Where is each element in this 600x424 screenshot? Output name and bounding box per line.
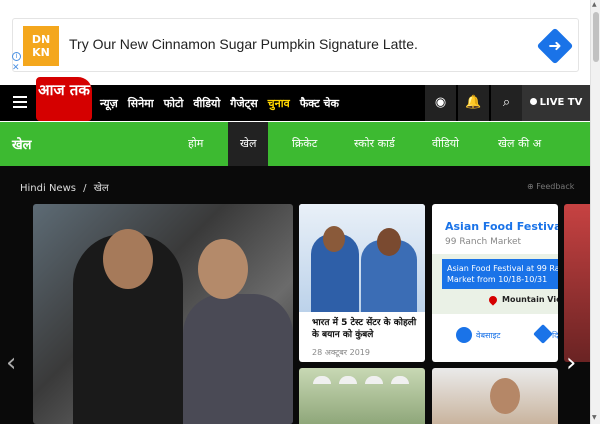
feedback-icon: ⊕ [527, 182, 537, 191]
website-button[interactable]: वेबसाइट [476, 330, 500, 341]
feedback-link[interactable]: ⊕ Feedback [527, 182, 574, 191]
sponsored-card[interactable]: Asian Food Festival 99 Ranch Market Asia… [432, 204, 558, 362]
featured-story-card[interactable] [33, 204, 293, 424]
scroll-down-icon[interactable]: ▼ [592, 414, 597, 421]
tab-more[interactable]: खेल की अ [498, 122, 541, 166]
notification-bell-icon[interactable]: 🔔 [457, 85, 489, 121]
globe-icon[interactable] [456, 327, 472, 343]
directions-icon[interactable] [533, 324, 553, 344]
news-image-face [323, 226, 345, 252]
story-image-cap [391, 376, 409, 384]
sponsored-map-caption: Asian Food Festival at 99 Ranch Market f… [442, 259, 558, 289]
featured-image-person [183, 294, 293, 424]
map-pin-icon [487, 294, 499, 306]
ad-logo: DN KN [23, 26, 59, 66]
ad-close-icon[interactable]: ✕ [12, 63, 20, 73]
ad-logo-line-2: KN [32, 46, 50, 59]
tab-sports[interactable]: खेल [228, 122, 269, 166]
ad-logo-line-1: DN [31, 33, 51, 46]
content-area: Hindi News / खेल ⊕ Feedback भारत में 5 ट… [0, 166, 590, 424]
news-image-face [377, 228, 401, 256]
live-dot-icon [529, 98, 537, 105]
carousel-next-icon[interactable]: › [566, 350, 576, 376]
map-location-label: Mountain View [502, 295, 558, 304]
story-image-cap [365, 376, 383, 384]
next-card-preview[interactable] [564, 204, 590, 362]
news-card-title[interactable]: भारत में 5 टेस्ट सेंटर के कोहली के बयान … [312, 317, 417, 341]
breadcrumb-separator: / [83, 183, 87, 194]
carousel-prev-icon[interactable]: ‹ [6, 350, 16, 376]
story-image-face [490, 378, 520, 414]
nav-item-news[interactable]: न्यूज़ [100, 96, 118, 111]
map-caption-line-2: Market from 10/18-10/31 [447, 275, 548, 284]
sponsored-map[interactable]: Asian Food Festival at 99 Ranch Market f… [432, 254, 558, 314]
nav-item-photo[interactable]: फोटो [164, 96, 184, 111]
nav-item-gadgets[interactable]: गैजेट्स [230, 96, 257, 111]
story-image-cap [313, 376, 331, 384]
live-tv-label: LIVE TV [539, 97, 583, 108]
story-image-cap [339, 376, 357, 384]
breadcrumb: Hindi News / खेल [20, 180, 109, 194]
scrollbar-thumb[interactable] [593, 12, 599, 62]
page: DN KN Try Our New Cinnamon Sugar Pumpkin… [0, 0, 600, 424]
sponsored-card-title[interactable]: Asian Food Festival [445, 220, 558, 233]
live-tv-button[interactable]: LIVE TV [522, 85, 590, 121]
sponsored-card-subtitle: 99 Ranch Market [445, 237, 522, 247]
ad-headline[interactable]: Try Our New Cinnamon Sugar Pumpkin Signa… [69, 36, 418, 52]
story-card[interactable] [432, 368, 558, 424]
top-navigation: आज तक न्यूज़ सिनेमा फोटो वीडियो गैजेट्स … [0, 77, 590, 121]
directions-button[interactable]: दि [552, 330, 558, 341]
tab-home[interactable]: होम [188, 122, 203, 166]
nav-item-elections[interactable]: चुनाव [268, 96, 290, 111]
story-card[interactable] [299, 368, 425, 424]
directions-arrow-icon: ➜ [548, 36, 562, 55]
featured-image-face [103, 229, 153, 289]
map-caption-line-1: Asian Food Festival at 99 Ranch [447, 264, 558, 273]
section-bar: खेल होम खेल क्रिकेट स्कोर कार्ड वीडियो ख… [0, 122, 590, 166]
nav-item-video[interactable]: वीडियो [193, 96, 220, 111]
tab-cricket[interactable]: क्रिकेट [292, 122, 317, 166]
tab-video[interactable]: वीडियो [432, 122, 459, 166]
ad-box[interactable]: DN KN Try Our New Cinnamon Sugar Pumpkin… [12, 18, 579, 72]
site-logo[interactable]: आज तक [36, 77, 92, 121]
scroll-up-icon[interactable]: ▲ [592, 1, 597, 8]
section-title: खेल [12, 138, 32, 153]
nav-item-cinema[interactable]: सिनेमा [128, 96, 154, 111]
breadcrumb-current: खेल [93, 183, 109, 194]
ad-banner[interactable]: DN KN Try Our New Cinnamon Sugar Pumpkin… [0, 0, 590, 80]
podcast-icon[interactable]: ◉ [424, 85, 456, 121]
info-icon[interactable]: i [12, 52, 21, 61]
nav-item-fact-check[interactable]: फैक्ट चेक [300, 96, 339, 111]
breadcrumb-home[interactable]: Hindi News [20, 183, 76, 194]
main-nav: न्यूज़ सिनेमा फोटो वीडियो गैजेट्स चुनाव … [100, 85, 349, 121]
scrollbar[interactable]: ▲ ▼ [590, 0, 600, 424]
feedback-label: Feedback [536, 182, 575, 191]
news-card-date: 28 अक्टूबर 2019 [312, 348, 370, 357]
hamburger-menu-icon[interactable] [13, 96, 27, 108]
tab-scorecard[interactable]: स्कोर कार्ड [354, 122, 395, 166]
featured-image-face [198, 239, 248, 299]
news-card[interactable]: भारत में 5 टेस्ट सेंटर के कोहली के बयान … [299, 204, 425, 362]
search-icon[interactable]: ⌕ [490, 85, 522, 121]
